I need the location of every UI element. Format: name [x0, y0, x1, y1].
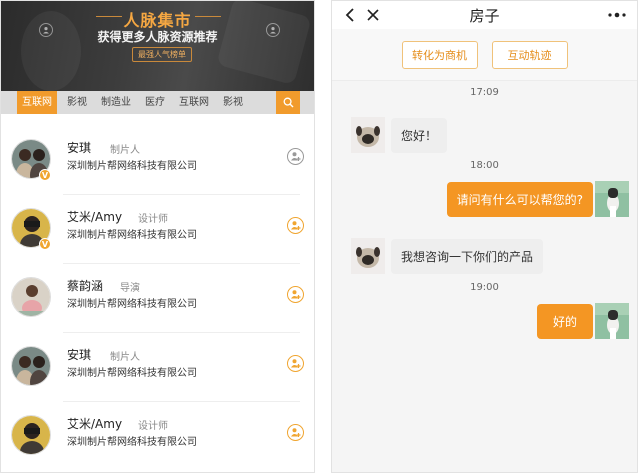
person-company: 深圳制片帮网络科技有限公司	[67, 161, 197, 172]
tab-medical[interactable]: 医疗	[141, 91, 169, 114]
avatar	[351, 238, 385, 274]
user-icon	[266, 23, 280, 37]
list-item[interactable]: V 艾米/Amy 设计师 深圳制片帮网络科技有限公司	[1, 195, 314, 264]
message-bubble: 好的	[536, 304, 593, 339]
interaction-track-button[interactable]: 互动轨迹	[491, 40, 568, 69]
add-contact-button[interactable]	[287, 424, 304, 441]
contacts-market-screen: 人脉集市 获得更多人脉资源推荐 最强人气榜单 互联网 影视 制造业 医疗 互联网…	[0, 0, 315, 473]
action-bar: 转化为商机 互动轨迹	[332, 29, 637, 81]
tab-manufacturing[interactable]: 制造业	[97, 91, 135, 114]
person-name: 艾米/Amy	[67, 417, 123, 431]
person-company: 深圳制片帮网络科技有限公司	[67, 368, 197, 379]
user-add-icon	[291, 221, 301, 230]
person-company: 深圳制片帮网络科技有限公司	[67, 437, 197, 448]
message-bubble: 我想咨询一下你们的产品	[391, 239, 544, 274]
person-role: 导演	[120, 283, 140, 294]
avatar	[595, 181, 629, 217]
tab-film[interactable]: 影视	[219, 91, 247, 114]
person-role: 制片人	[110, 352, 140, 363]
message-bubble: 您好！	[391, 118, 448, 153]
avatar	[351, 117, 385, 153]
verified-badge: V	[39, 169, 51, 181]
user-add-icon	[291, 152, 301, 161]
user-add-icon	[291, 290, 301, 299]
person-company: 深圳制片帮网络科技有限公司	[67, 230, 197, 241]
chat-screen: 房子 转化为商机 互动轨迹 17:09 您好！ 18:00 请问有什么可以帮您的…	[331, 0, 638, 473]
person-role: 设计师	[138, 421, 168, 432]
user-add-icon	[291, 428, 301, 437]
avatar	[11, 277, 51, 317]
tab-film[interactable]: 影视	[63, 91, 91, 114]
page-title: 房子	[469, 7, 500, 25]
banner-tag: 最强人气榜单	[132, 47, 192, 62]
add-contact-button[interactable]	[287, 217, 304, 234]
add-contact-button[interactable]	[287, 286, 304, 303]
verified-badge: V	[39, 238, 51, 250]
list-item[interactable]: V 安琪 制片人 深圳制片帮网络科技有限公司	[1, 126, 314, 195]
list-item[interactable]: 艾米/Amy 设计师 深圳制片帮网络科技有限公司	[1, 402, 314, 471]
avatar	[11, 415, 51, 455]
more-button[interactable]	[605, 1, 629, 29]
timestamp: 17:09	[470, 87, 499, 98]
avatar	[11, 346, 51, 386]
list-item[interactable]: 蔡韵涵 导演 深圳制片帮网络科技有限公司	[1, 264, 314, 333]
more-icon	[608, 12, 626, 18]
person-role: 制片人	[110, 145, 140, 156]
person-name: 安琪	[67, 348, 92, 362]
promo-banner[interactable]: 人脉集市 获得更多人脉资源推荐 最强人气榜单	[1, 1, 314, 91]
nav-bar: 房子	[332, 1, 637, 29]
person-role: 设计师	[138, 214, 168, 225]
timestamp: 18:00	[470, 160, 499, 171]
add-contact-button[interactable]	[287, 355, 304, 372]
user-add-icon	[291, 359, 301, 368]
search-icon	[283, 97, 293, 108]
banner-title-line-right	[195, 16, 221, 17]
tab-internet[interactable]: 互联网	[175, 91, 213, 114]
list-item[interactable]: 安琪 制片人 深圳制片帮网络科技有限公司	[1, 333, 314, 402]
avatar	[595, 303, 629, 339]
convert-opportunity-button[interactable]: 转化为商机	[401, 40, 478, 69]
add-contact-button[interactable]	[287, 148, 304, 165]
search-button[interactable]	[276, 91, 300, 114]
person-name: 艾米/Amy	[67, 210, 123, 224]
person-name: 蔡韵涵	[67, 279, 104, 293]
user-icon	[39, 23, 53, 37]
timestamp: 19:00	[470, 282, 499, 293]
tab-internet[interactable]: 互联网	[17, 91, 57, 114]
category-tabs: 互联网 影视 制造业 医疗 互联网 影视	[1, 91, 314, 114]
person-company: 深圳制片帮网络科技有限公司	[67, 299, 197, 310]
person-name: 安琪	[67, 141, 92, 155]
message-bubble: 请问有什么可以帮您的?	[446, 182, 593, 217]
